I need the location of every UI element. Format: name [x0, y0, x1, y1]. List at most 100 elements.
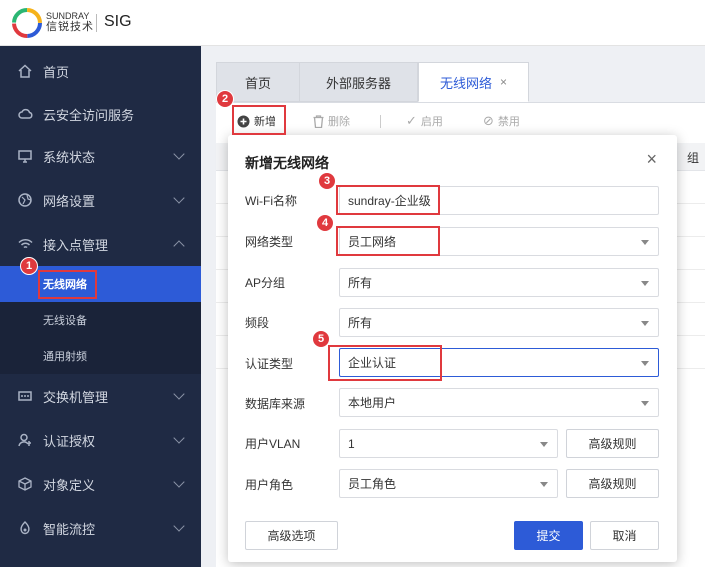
toolbar-divider: [380, 115, 381, 128]
brand-bottom: 信锐技术: [46, 21, 94, 33]
sidebar-item-flow-control[interactable]: 智能流控: [0, 506, 201, 550]
ap-group-label: AP分组: [245, 276, 286, 290]
tab-label: 首页: [244, 75, 271, 91]
disable-button[interactable]: ⊘ 禁用: [483, 111, 520, 131]
sidebar-item-home[interactable]: 首页: [0, 49, 201, 93]
tab-wireless-network[interactable]: 无线网络 ×: [418, 62, 529, 102]
delete-label: 删除: [328, 116, 350, 128]
chevron-up-icon: [173, 240, 185, 252]
tab-external-server[interactable]: 外部服务器: [299, 62, 418, 102]
chevron-down-icon: [173, 476, 185, 488]
annotation-box-3: [336, 185, 440, 215]
home-icon: [17, 63, 33, 79]
annotation-badge-5: 5: [312, 330, 330, 348]
disable-label: 禁用: [497, 116, 520, 128]
sidebar-item-auth[interactable]: 认证授权: [0, 418, 201, 462]
sidebar-subitem-label: 无线设备: [43, 315, 87, 327]
annotation-badge-4: 4: [316, 214, 334, 232]
band-select[interactable]: 所有: [339, 308, 659, 337]
cube-icon: [17, 476, 33, 492]
ap-group-select[interactable]: 所有: [339, 268, 659, 297]
user-vlan-select[interactable]: 1: [339, 429, 558, 458]
user-vlan-label: 用户VLAN: [245, 437, 301, 451]
db-source-select[interactable]: 本地用户: [339, 388, 659, 417]
ap-group-value: 所有: [348, 276, 373, 290]
user-role-select[interactable]: 员工角色: [339, 469, 558, 498]
dropdown-caret-icon: [641, 361, 649, 366]
vlan-advanced-rules-button[interactable]: 高级规则: [566, 429, 659, 458]
brand: SUNDRAY 信锐技术: [46, 11, 94, 33]
cloud-icon: [17, 106, 33, 122]
globe-icon: [17, 192, 33, 208]
chevron-down-icon: [173, 192, 185, 204]
dialog-title: 新增无线网络: [245, 155, 329, 171]
dropdown-caret-icon: [540, 482, 548, 487]
forbidden-icon: ⊘: [483, 113, 494, 128]
sidebar-subitem-common-rf[interactable]: 通用射频: [0, 338, 201, 374]
user-role-label: 用户角色: [245, 478, 294, 492]
sidebar-item-label: 对象定义: [43, 477, 96, 493]
dropdown-caret-icon: [641, 281, 649, 286]
flow-icon: [17, 520, 33, 536]
check-icon: ✓: [406, 113, 417, 128]
sidebar-item-label: 接入点管理: [43, 237, 109, 253]
enable-button[interactable]: ✓ 启用: [406, 111, 443, 131]
sundray-logo-icon: [12, 8, 42, 38]
sidebar-item-label: 交换机管理: [43, 389, 109, 405]
tab-label: 外部服务器: [325, 75, 391, 91]
sidebar-item-object-definition[interactable]: 对象定义: [0, 462, 201, 506]
sidebar-item-system-status[interactable]: 系统状态: [0, 134, 201, 178]
band-label: 频段: [245, 316, 270, 330]
dropdown-caret-icon: [641, 321, 649, 326]
trash-icon: [313, 114, 324, 128]
dropdown-caret-icon: [540, 442, 548, 447]
header-divider: [96, 14, 97, 32]
column-header: 组: [686, 151, 699, 165]
monitor-icon: [17, 148, 33, 164]
user-role-value: 员工角色: [348, 477, 397, 491]
tab-label: 无线网络: [439, 75, 492, 91]
sidebar-subitem-label: 通用射频: [43, 351, 87, 363]
user-key-icon: [17, 432, 33, 448]
toolbar: 新增 删除 ✓ 启用 ⊘ 禁用: [216, 103, 705, 139]
wifi-name-label: Wi-Fi名称: [245, 194, 297, 208]
annotation-badge-2: 2: [216, 90, 234, 108]
sidebar-item-switch-management[interactable]: 交换机管理: [0, 374, 201, 418]
sidebar-item-label: 系统状态: [43, 149, 96, 165]
sidebar-item-cloud-security[interactable]: 云安全访问服务: [0, 92, 201, 136]
sidebar-item-label: 认证授权: [43, 433, 96, 449]
sidebar-item-network-settings[interactable]: 网络设置: [0, 178, 201, 222]
add-wireless-network-dialog: 新增无线网络 × Wi-Fi名称 sundray-企业级 网络类型 员工网络 A…: [228, 135, 677, 562]
annotation-badge-3: 3: [318, 172, 336, 190]
submit-button[interactable]: 提交: [514, 521, 583, 550]
annotation-box-1: [38, 270, 97, 299]
db-source-label: 数据库来源: [245, 397, 306, 411]
cancel-button[interactable]: 取消: [590, 521, 659, 550]
close-icon[interactable]: ×: [646, 149, 657, 170]
annotation-box-5: [328, 345, 442, 381]
switch-icon: [17, 388, 33, 404]
annotation-box-2: [232, 105, 286, 135]
sidebar-item-label: 云安全访问服务: [43, 107, 135, 123]
top-bar: SUNDRAY 信锐技术 SIG: [0, 0, 705, 46]
advanced-options-button[interactable]: 高级选项: [245, 521, 338, 550]
user-vlan-value: 1: [348, 436, 355, 451]
chevron-down-icon: [173, 520, 185, 532]
db-source-value: 本地用户: [348, 396, 397, 410]
sidebar-subitem-wireless-device[interactable]: 无线设备: [0, 302, 201, 338]
band-value: 所有: [348, 316, 373, 330]
chevron-down-icon: [173, 148, 185, 160]
dropdown-caret-icon: [641, 401, 649, 406]
enable-label: 启用: [420, 116, 443, 128]
annotation-box-4: [336, 226, 440, 256]
sidebar: 首页 云安全访问服务 系统状态 网络设置 接入点管理 无线网络 无线设备 通用射…: [0, 46, 201, 567]
close-tab-icon[interactable]: ×: [500, 75, 507, 89]
product-name: SIG: [104, 13, 132, 30]
network-type-label: 网络类型: [245, 235, 294, 249]
sidebar-item-label: 网络设置: [43, 193, 96, 209]
dropdown-caret-icon: [641, 240, 649, 245]
sidebar-item-label: 智能流控: [43, 521, 96, 537]
role-advanced-rules-button[interactable]: 高级规则: [566, 469, 659, 498]
wifi-icon: [17, 236, 33, 252]
delete-button[interactable]: 删除: [313, 111, 350, 131]
